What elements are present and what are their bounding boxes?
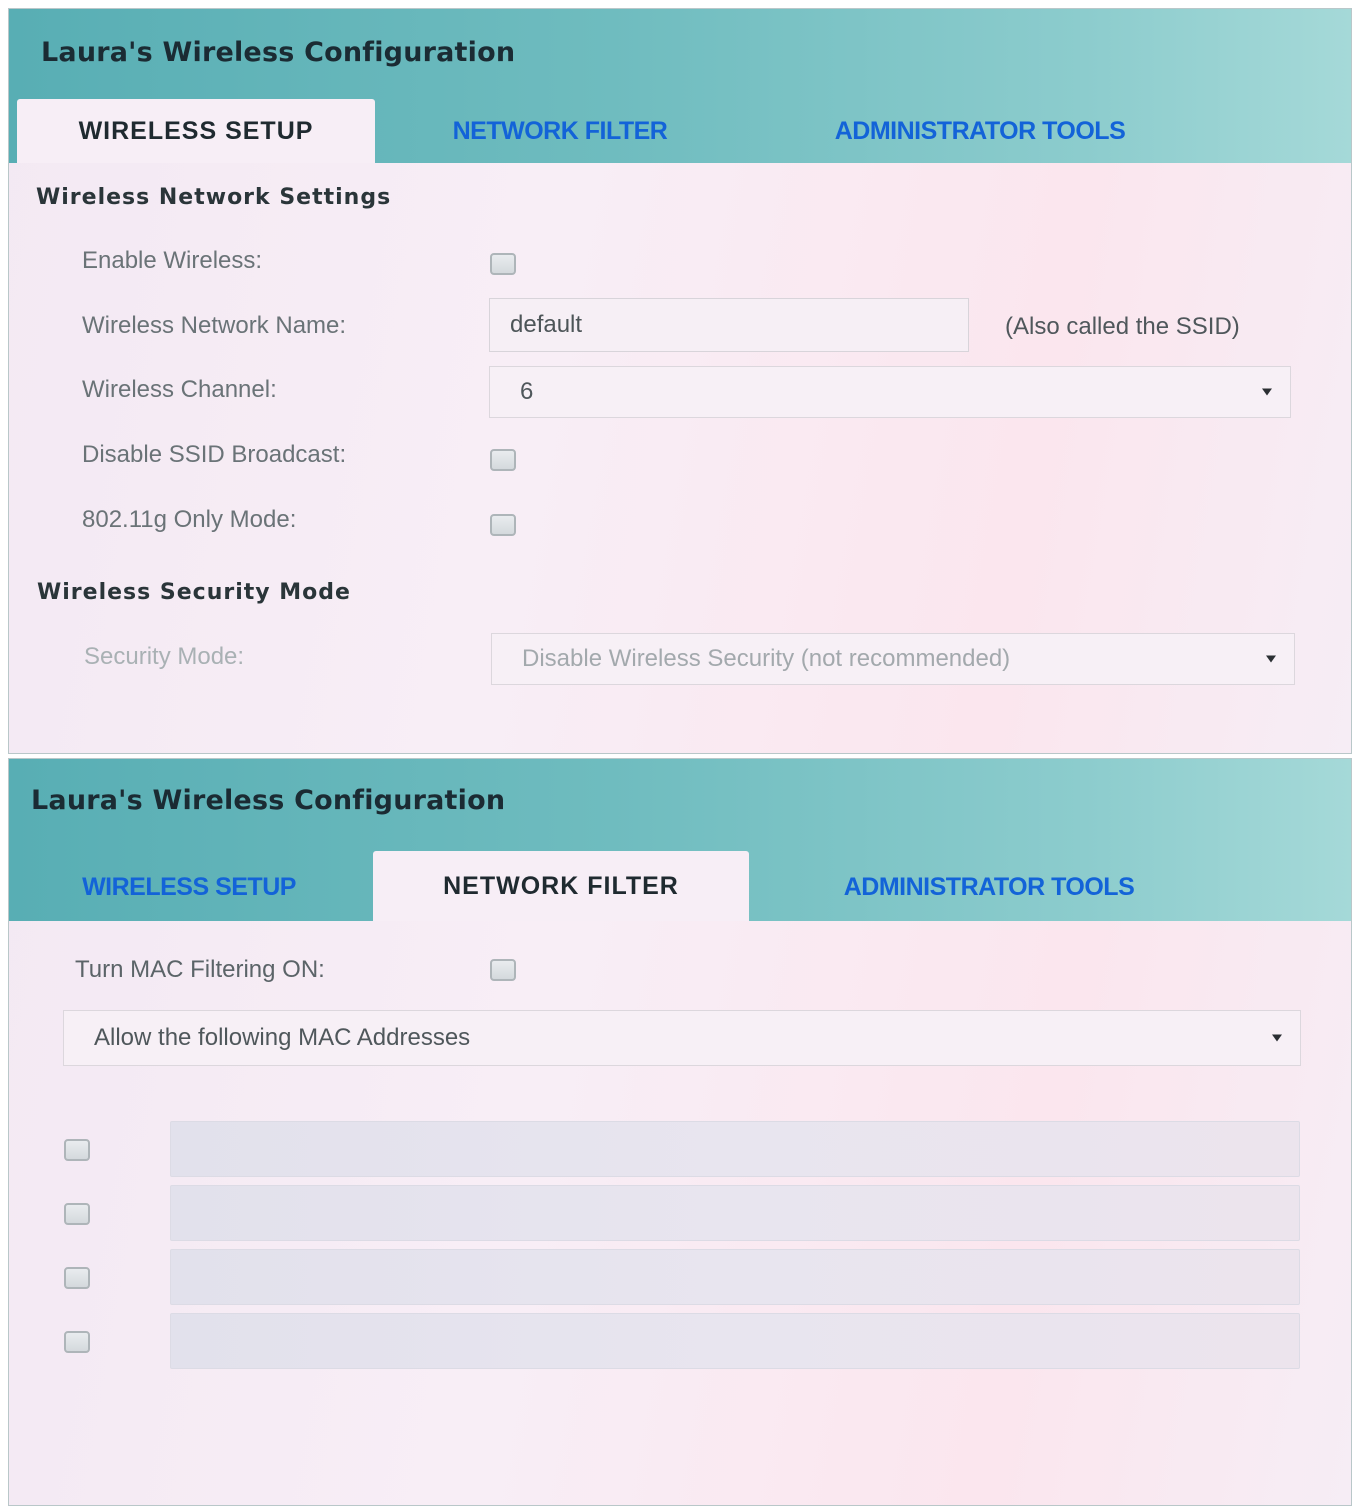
tab-administrator-tools[interactable]: ADMINISTRATOR TOOLS (775, 99, 1185, 163)
network-filter-panel: Laura's Wireless Configuration WIRELESS … (8, 758, 1352, 1506)
mac-entry-3-checkbox[interactable] (64, 1267, 90, 1289)
tab-network-filter[interactable]: NETWORK FILTER (373, 851, 749, 921)
security-mode-value: Disable Wireless Security (not recommend… (522, 645, 1011, 672)
mac-filter-mode-select[interactable]: Allow the following MAC Addresses (63, 1010, 1301, 1066)
mac-filtering-checkbox[interactable] (490, 959, 516, 981)
chevron-down-icon (1262, 388, 1272, 396)
tab-wireless-setup[interactable]: WIRELESS SETUP (39, 855, 339, 919)
tab-wireless-setup[interactable]: WIRELESS SETUP (17, 99, 375, 163)
tab-administrator-tools[interactable]: ADMINISTRATOR TOOLS (781, 855, 1197, 919)
security-mode-label: Security Mode: (84, 643, 245, 670)
wireless-network-name-input[interactable]: default (489, 298, 969, 352)
mac-entry-2-input[interactable] (170, 1185, 1300, 1241)
turn-mac-filtering-on-label: Turn MAC Filtering ON: (75, 956, 325, 983)
chevron-down-icon (1266, 655, 1276, 663)
disable-ssid-broadcast-label: Disable SSID Broadcast: (82, 441, 347, 468)
security-mode-select[interactable]: Disable Wireless Security (not recommend… (491, 633, 1295, 685)
tab-network-filter[interactable]: NETWORK FILTER (405, 99, 715, 163)
mac-entry-4-checkbox[interactable] (64, 1331, 90, 1353)
app-title: Laura's Wireless Configuration (41, 37, 516, 68)
app-header: Laura's Wireless Configuration WIRELESS … (9, 9, 1351, 163)
mac-entry-1-input[interactable] (170, 1121, 1300, 1177)
chevron-down-icon (1272, 1034, 1282, 1042)
app-title: Laura's Wireless Configuration (31, 785, 506, 816)
wireless-channel-select[interactable]: 6 (489, 366, 1291, 418)
mac-entry-4-input[interactable] (170, 1313, 1300, 1369)
mac-entry-3-input[interactable] (170, 1249, 1300, 1305)
app-header: Laura's Wireless Configuration WIRELESS … (9, 759, 1351, 921)
wireless-network-settings-heading: Wireless Network Settings (36, 185, 392, 210)
ssid-note: (Also called the SSID) (1005, 313, 1240, 340)
wireless-channel-label: Wireless Channel: (82, 376, 277, 403)
mac-entry-2-checkbox[interactable] (64, 1203, 90, 1225)
mac-filter-mode-value: Allow the following MAC Addresses (94, 1024, 471, 1051)
disable-ssid-broadcast-checkbox[interactable] (490, 449, 516, 471)
wireless-channel-value: 6 (520, 378, 534, 405)
802-11g-only-mode-label: 802.11g Only Mode: (82, 506, 297, 533)
wireless-security-mode-heading: Wireless Security Mode (37, 580, 351, 605)
enable-wireless-label: Enable Wireless: (82, 247, 263, 274)
802-11g-only-mode-checkbox[interactable] (490, 514, 516, 536)
mac-entry-1-checkbox[interactable] (64, 1139, 90, 1161)
wireless-setup-panel: Laura's Wireless Configuration WIRELESS … (8, 8, 1352, 754)
wireless-network-name-label: Wireless Network Name: (82, 312, 347, 339)
enable-wireless-checkbox[interactable] (490, 253, 516, 275)
